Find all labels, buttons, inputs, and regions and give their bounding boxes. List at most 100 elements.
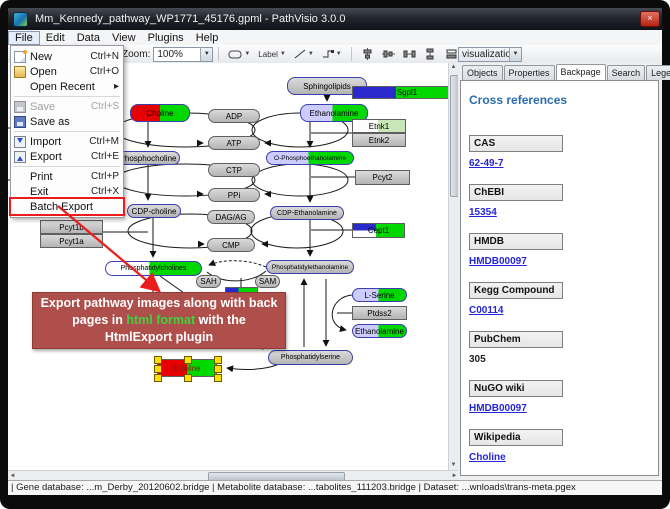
- xref-link[interactable]: HMDB00097: [469, 403, 650, 414]
- pathway-node-phosphatidylcholines[interactable]: Phosphatidylcholines: [105, 261, 202, 276]
- pathway-node-cept1[interactable]: Cept1: [352, 223, 405, 238]
- xref-link[interactable]: C00114: [469, 305, 650, 316]
- chevron-down-icon[interactable]: ▼: [200, 48, 212, 61]
- tab-objects[interactable]: Objects: [462, 65, 503, 80]
- xref-section: PubChem305: [469, 329, 650, 365]
- xref-value: 305: [469, 354, 650, 365]
- selection-handle[interactable]: [184, 356, 192, 364]
- selection-handle[interactable]: [214, 356, 222, 364]
- menu-item-label: Batch Export: [30, 201, 113, 213]
- chevron-down-icon[interactable]: ▼: [509, 48, 521, 61]
- menu-separator: [14, 96, 120, 97]
- file-menu-item-open[interactable]: OpenCtrl+O: [11, 64, 123, 79]
- pathway-node-sah[interactable]: SAH: [196, 275, 221, 288]
- pathway-node-cmp[interactable]: CMP: [207, 238, 255, 252]
- menu-icon-spacer: [14, 81, 26, 93]
- file-menu-item-exit[interactable]: ExitCtrl+X: [11, 184, 123, 199]
- pathway-node-etnk2[interactable]: Etnk2: [352, 133, 406, 147]
- file-menu-item-print[interactable]: PrintCtrl+P: [11, 169, 123, 184]
- menu-edit[interactable]: Edit: [40, 31, 71, 45]
- label-tool-button[interactable]: Label ▼: [256, 47, 288, 62]
- selection-handle[interactable]: [154, 374, 162, 382]
- visualization-combobox[interactable]: visualization ▼: [458, 47, 522, 62]
- selection-handle[interactable]: [154, 365, 162, 373]
- pathway-node-o-phosphoethanolamine[interactable]: O-Phosphoethanolamine: [266, 151, 354, 165]
- title-bar: Mm_Kennedy_pathway_WP1771_45176.gpml - P…: [8, 8, 662, 30]
- pathway-node-cdp-choline[interactable]: CDP-choline: [127, 204, 181, 218]
- align-middle-icon: [382, 48, 395, 60]
- scroll-up-icon[interactable]: ▲: [449, 63, 458, 72]
- pathway-node-pcyt1a[interactable]: Pcyt1a: [40, 234, 103, 248]
- file-menu-item-export[interactable]: ExportCtrl+E: [11, 149, 123, 164]
- menu-view[interactable]: View: [106, 31, 142, 45]
- pathway-node-atp[interactable]: ATP: [208, 136, 260, 150]
- menu-item-label: New: [30, 51, 84, 63]
- pathway-node-ctp[interactable]: CTP: [208, 163, 260, 177]
- pathway-node-ptdss2[interactable]: Ptdss2: [352, 306, 407, 320]
- pathway-node-pcyt1b[interactable]: Pcyt1b: [40, 220, 103, 234]
- backpage-panel: Cross references CAS62-49-7ChEBI15354HMD…: [460, 80, 659, 476]
- xref-link[interactable]: HMDB00097: [469, 256, 650, 267]
- zoom-combobox[interactable]: 100% ▼: [153, 47, 213, 62]
- side-panel: ObjectsPropertiesBackpageSearchLegend Cr…: [458, 63, 662, 478]
- menu-bar: FileEditDataViewPluginsHelp: [8, 30, 662, 46]
- tab-backpage[interactable]: Backpage: [556, 64, 606, 80]
- tab-properties[interactable]: Properties: [504, 65, 555, 80]
- chevron-down-icon: ▼: [244, 51, 250, 57]
- pathway-node-ppi[interactable]: PPi: [208, 188, 260, 202]
- datanode-icon: [228, 49, 242, 59]
- pathway-node-sam[interactable]: SAM: [255, 275, 280, 288]
- zoom-value: 100%: [154, 49, 200, 60]
- menu-file[interactable]: File: [8, 31, 40, 45]
- pathway-node-phosphatidylserine[interactable]: Phosphatidylserine: [268, 350, 353, 365]
- close-button[interactable]: ×: [640, 11, 660, 27]
- export-icon: [14, 151, 26, 163]
- file-menu-item-import[interactable]: ImportCtrl+M: [11, 134, 123, 149]
- pathway-node-l-serine[interactable]: L-Serine: [352, 288, 407, 302]
- selection-handle[interactable]: [214, 365, 222, 373]
- pathway-node-choline[interactable]: Choline: [130, 104, 190, 122]
- xref-list: CAS62-49-7ChEBI15354HMDBHMDB00097Kegg Co…: [469, 133, 650, 463]
- align-center-button[interactable]: [359, 47, 376, 62]
- datanode-tool-button[interactable]: ▼: [226, 47, 252, 62]
- pathway-node-etnk1[interactable]: Etnk1: [352, 119, 406, 133]
- pathway-node-adp[interactable]: ADP: [208, 109, 260, 123]
- xref-section: NuGO wikiHMDB00097: [469, 378, 650, 414]
- menu-help[interactable]: Help: [190, 31, 225, 45]
- align-middle-button[interactable]: [380, 47, 397, 62]
- scroll-down-icon[interactable]: ▼: [449, 461, 458, 470]
- selection-handle[interactable]: [154, 356, 162, 364]
- xref-section: ChEBI15354: [469, 182, 650, 218]
- xref-link[interactable]: Choline: [469, 452, 650, 463]
- pathway-node-dag-ag[interactable]: DAG/AG: [207, 210, 255, 224]
- selection-handle[interactable]: [214, 374, 222, 382]
- distribute-vertical-button[interactable]: [422, 47, 439, 62]
- pathway-node-ethanolamine[interactable]: Ethanolamine: [352, 324, 407, 338]
- xref-database-name: Kegg Compound: [469, 282, 563, 299]
- pathway-node-cdp-ethanolamine[interactable]: CDP-Ethanolamine: [270, 206, 344, 220]
- menu-data[interactable]: Data: [71, 31, 106, 45]
- file-menu-item-save[interactable]: SaveCtrl+S: [11, 99, 123, 114]
- xref-database-name: Wikipedia: [469, 429, 563, 446]
- xref-section: Wikipedia Choline: [469, 427, 650, 463]
- connector-tool-button[interactable]: ▼: [320, 47, 344, 62]
- pathway-node-sgpl1[interactable]: Sgpl1: [352, 86, 448, 99]
- callout-highlight-text: html format: [126, 313, 195, 327]
- file-menu-item-batch-export[interactable]: Batch Export: [11, 199, 123, 214]
- file-menu-item-save-as[interactable]: Save as: [11, 114, 123, 129]
- tab-legend[interactable]: Legend: [646, 65, 670, 80]
- tab-search[interactable]: Search: [607, 65, 646, 80]
- file-menu-item-new[interactable]: NewCtrl+N: [11, 49, 123, 64]
- xref-link[interactable]: 62-49-7: [469, 158, 650, 169]
- selection-handle[interactable]: [184, 374, 192, 382]
- menu-plugins[interactable]: Plugins: [142, 31, 190, 45]
- line-tool-button[interactable]: ▼: [292, 47, 316, 62]
- xref-database-name: CAS: [469, 135, 563, 152]
- xref-link[interactable]: 15354: [469, 207, 650, 218]
- pathway-node-pcyt2[interactable]: Pcyt2: [355, 170, 410, 185]
- distribute-horizontal-button[interactable]: [401, 47, 418, 62]
- file-menu-item-open-recent[interactable]: Open Recent▸: [11, 79, 123, 94]
- zoom-label: Zoom:: [122, 49, 150, 60]
- pathway-node-phosphocholine[interactable]: Phosphocholine: [116, 151, 180, 165]
- pathway-node-phosphatidylethanolamine[interactable]: Phosphatidylethanolamine: [266, 260, 354, 274]
